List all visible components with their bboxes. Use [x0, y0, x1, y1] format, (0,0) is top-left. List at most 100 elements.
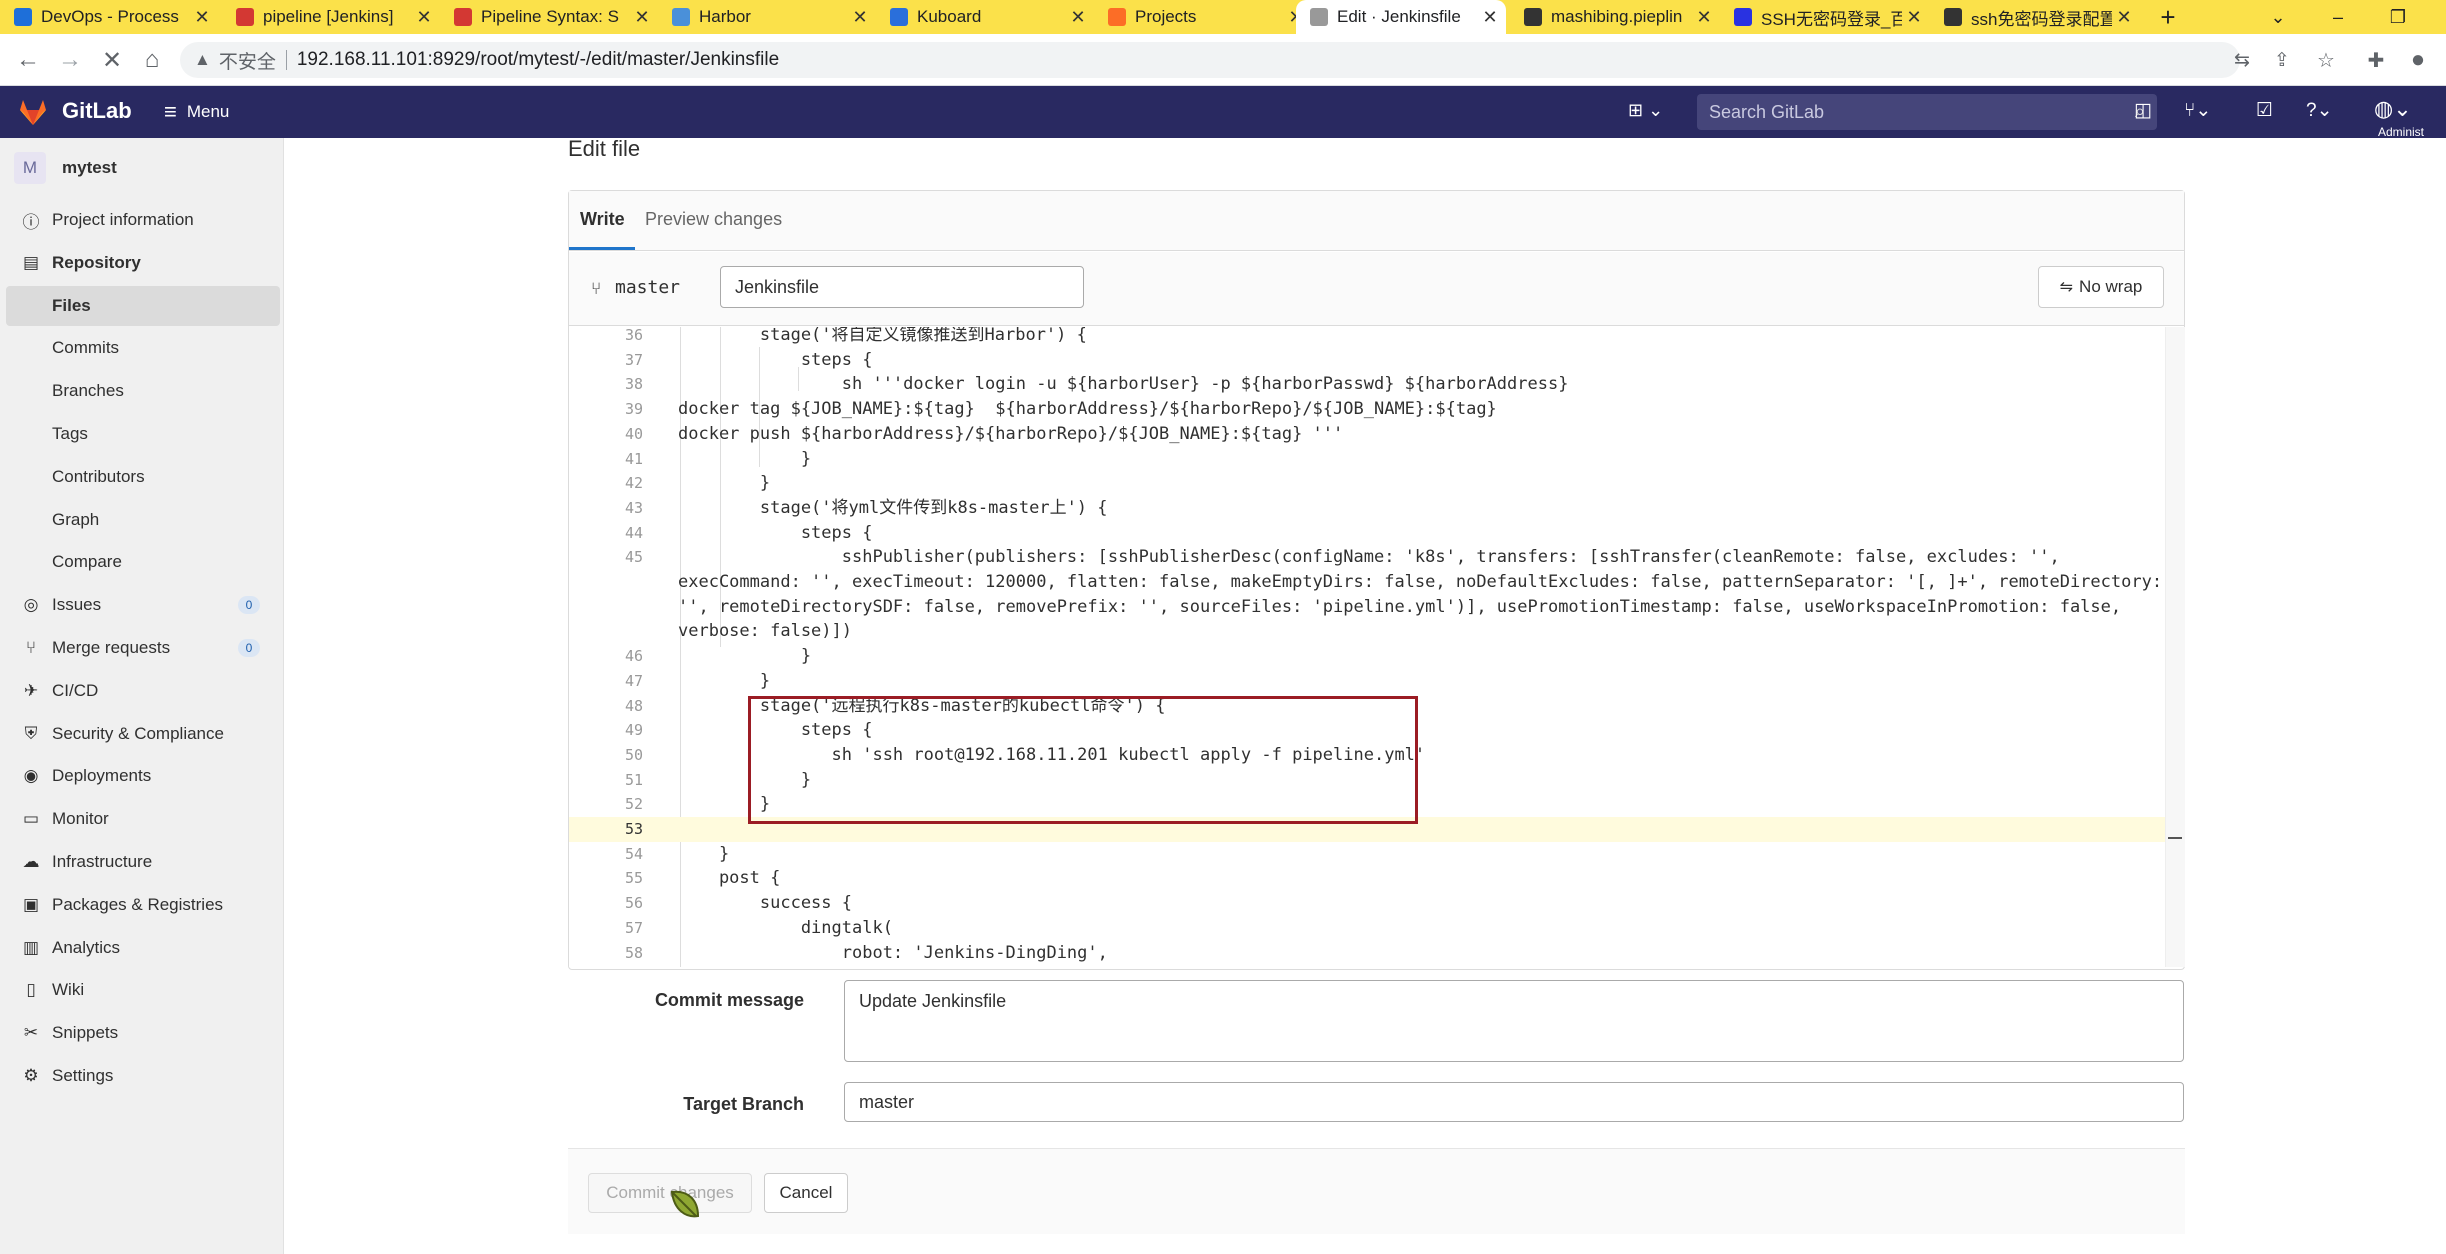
commit-message-field[interactable]: Update Jenkinsfile — [844, 980, 2184, 1062]
todos-icon[interactable]: ☑ — [2256, 99, 2273, 122]
close-tab-icon[interactable]: ✕ — [190, 7, 214, 28]
code-text: post { — [678, 868, 781, 889]
code-line[interactable]: 44 steps { — [569, 521, 2165, 546]
browser-tab[interactable]: Projects✕ — [1094, 0, 1312, 34]
code-editor[interactable]: 36 stage('将自定义镜像推送到Harbor') {37 steps {3… — [569, 327, 2165, 967]
code-line[interactable]: verbose: false)]) — [569, 619, 2165, 644]
code-line[interactable]: 38 sh '''docker login -u ${harborUser} -… — [569, 372, 2165, 397]
sidebar-item-graph[interactable]: Graph — [6, 500, 280, 540]
close-tab-icon[interactable]: ✕ — [1066, 7, 1090, 28]
new-dropdown-icon[interactable]: ⊞ ⌄ — [1628, 100, 1663, 121]
issues-icon: ◎ — [23, 595, 39, 615]
code-line[interactable]: 56 success { — [569, 891, 2165, 916]
close-tab-icon[interactable]: ✕ — [2112, 7, 2136, 28]
merge-requests-shortcut-icon[interactable]: ⑂⌄ — [2184, 99, 2211, 122]
tab-write[interactable]: Write — [580, 209, 625, 230]
code-line[interactable]: 55 post { — [569, 866, 2165, 891]
browser-tab[interactable]: Kuboard ✕ — [876, 0, 1094, 34]
sidebar-item-contributors[interactable]: Contributors — [6, 457, 280, 497]
back-icon[interactable]: ← — [12, 44, 44, 76]
editor-scrollbar[interactable] — [2165, 327, 2185, 967]
avatar[interactable]: ◍⌄ — [2374, 96, 2412, 122]
gear-icon: ⚙ — [23, 1066, 39, 1085]
code-line[interactable]: 39 docker tag ${JOB_NAME}:${tag} ${harbor… — [569, 397, 2165, 422]
browser-tab[interactable]: DevOps - Process ✕ — [0, 0, 218, 34]
code-line[interactable]: 42 } — [569, 471, 2165, 496]
code-line[interactable]: 43 stage('将yml文件传到k8s-master上') { — [569, 496, 2165, 521]
code-line[interactable]: 37 steps { — [569, 348, 2165, 373]
close-tab-icon[interactable]: ✕ — [1478, 7, 1502, 28]
sidebar-item-files[interactable]: Files — [6, 285, 280, 326]
code-line[interactable]: 57 dingtalk( — [569, 916, 2165, 941]
code-line[interactable]: 40 docker push ${harborAddress}/${harborR… — [569, 422, 2165, 447]
address-bar[interactable]: ▲ 不安全 192.168.11.101:8929/root/mytest/-/… — [180, 42, 2240, 78]
sidebar-item-merge-requests[interactable]: ⑂ Merge requests 0 — [6, 628, 280, 668]
close-tab-icon[interactable]: ✕ — [1902, 7, 1926, 28]
sidebar-item-analytics[interactable]: ▥ Analytics — [6, 928, 280, 968]
sidebar-item-deployments[interactable]: ◉ Deployments — [6, 756, 280, 796]
code-text: verbose: false)]) — [678, 621, 852, 642]
sidebar-item-security-compliance[interactable]: ⛨ Security & Compliance — [6, 714, 280, 754]
gitlab-logo-icon[interactable] — [18, 98, 48, 126]
gitlab-brand[interactable]: GitLab — [62, 98, 132, 124]
close-tab-icon[interactable]: ✕ — [630, 7, 654, 28]
share-icon[interactable]: ⇪ — [2266, 44, 2298, 76]
close-tab-icon[interactable]: ✕ — [1692, 7, 1716, 28]
sidebar-item-settings[interactable]: ⚙ Settings — [6, 1056, 280, 1096]
line-number: 53 — [624, 820, 643, 838]
no-wrap-button[interactable]: ⇋ No wrap — [2038, 266, 2164, 308]
code-line[interactable]: 45 sshPublisher(publishers: [sshPublishe… — [569, 545, 2165, 570]
scrollbar-thumb[interactable] — [2168, 837, 2182, 839]
code-line[interactable]: 54 } — [569, 842, 2165, 867]
code-line[interactable]: 58 robot: 'Jenkins-DingDing', — [569, 941, 2165, 966]
sidebar-item-project-information[interactable]: ⓘ Project information — [6, 200, 280, 240]
code-line[interactable]: '', remoteDirectorySDF: false, removePre… — [569, 595, 2165, 620]
sidebar-item-branches[interactable]: Branches — [6, 371, 280, 411]
menu-button[interactable]: ≡ Menu — [164, 98, 229, 126]
close-tab-icon[interactable]: ✕ — [412, 7, 436, 28]
sidebar-item-compare[interactable]: Compare — [6, 542, 280, 582]
forward-icon[interactable]: → — [54, 44, 86, 76]
code-line[interactable]: 41 } — [569, 447, 2165, 472]
code-line[interactable]: execCommand: '', execTimeout: 120000, fl… — [569, 570, 2165, 595]
sidebar-item-monitor[interactable]: ▭ Monitor — [6, 799, 280, 839]
file-name-input[interactable] — [720, 266, 1084, 308]
sidebar-item-packages-registries[interactable]: ▣ Packages & Registries — [6, 885, 280, 925]
browser-tab[interactable]: Edit · Jenkinsfile ✕ — [1296, 0, 1506, 34]
sidebar-item-infrastructure[interactable]: ☁ Infrastructure — [6, 842, 280, 882]
tab-preview-changes[interactable]: Preview changes — [645, 209, 782, 230]
close-tab-icon[interactable]: ✕ — [848, 7, 872, 28]
extensions-icon[interactable]: ✚ — [2360, 44, 2392, 76]
new-tab-button[interactable]: + — [2140, 0, 2196, 34]
target-branch-input[interactable] — [844, 1082, 2184, 1122]
sidebar-item-tags[interactable]: Tags — [6, 414, 280, 454]
browser-tab[interactable]: mashibing.pieplin ✕ — [1510, 0, 1720, 34]
cancel-button[interactable]: Cancel — [764, 1173, 848, 1213]
browser-tab[interactable]: pipeline [Jenkins] ✕ — [222, 0, 440, 34]
stop-icon[interactable]: ✕ — [96, 44, 128, 76]
home-icon[interactable]: ⌂ — [136, 44, 168, 76]
issues-shortcut-icon[interactable]: ◫ — [2134, 99, 2152, 122]
sidebar-item-wiki[interactable]: ▯ Wiki — [6, 970, 280, 1010]
tab-search-icon[interactable]: ⌄ — [2248, 0, 2308, 34]
search-input[interactable]: Search GitLab ⌕ — [1697, 94, 2157, 130]
browser-tab[interactable]: ssh免密码登录配置 ✕ — [1930, 0, 2140, 34]
sidebar-item-issues[interactable]: ◎ Issues 0 — [6, 585, 280, 625]
code-line[interactable]: 46 } — [569, 644, 2165, 669]
code-line[interactable]: 47 } — [569, 669, 2165, 694]
browser-tab[interactable]: Harbor ✕ — [658, 0, 876, 34]
restore-icon[interactable]: ❐ — [2368, 0, 2428, 34]
translate-icon[interactable]: ⇆ — [2226, 44, 2258, 76]
sidebar-item-snippets[interactable]: ✂ Snippets — [6, 1013, 280, 1053]
profile-icon[interactable]: ● — [2402, 44, 2434, 76]
help-icon[interactable]: ?⌄ — [2306, 99, 2333, 122]
browser-tab[interactable]: Pipeline Syntax: S ✕ — [440, 0, 658, 34]
minimize-icon[interactable]: – — [2308, 0, 2368, 34]
code-line[interactable]: 36 stage('将自定义镜像推送到Harbor') { — [569, 327, 2165, 348]
browser-tab[interactable]: SSH无密码登录_百 ✕ — [1720, 0, 1930, 34]
sidebar-item-commits[interactable]: Commits — [6, 328, 280, 368]
sidebar-item-ci-cd[interactable]: ✈ CI/CD — [6, 671, 280, 711]
bookmark-star-icon[interactable]: ☆ — [2310, 44, 2342, 76]
project-header[interactable]: M mytest — [14, 152, 117, 184]
sidebar-item-repository[interactable]: ▤ Repository — [6, 243, 280, 283]
